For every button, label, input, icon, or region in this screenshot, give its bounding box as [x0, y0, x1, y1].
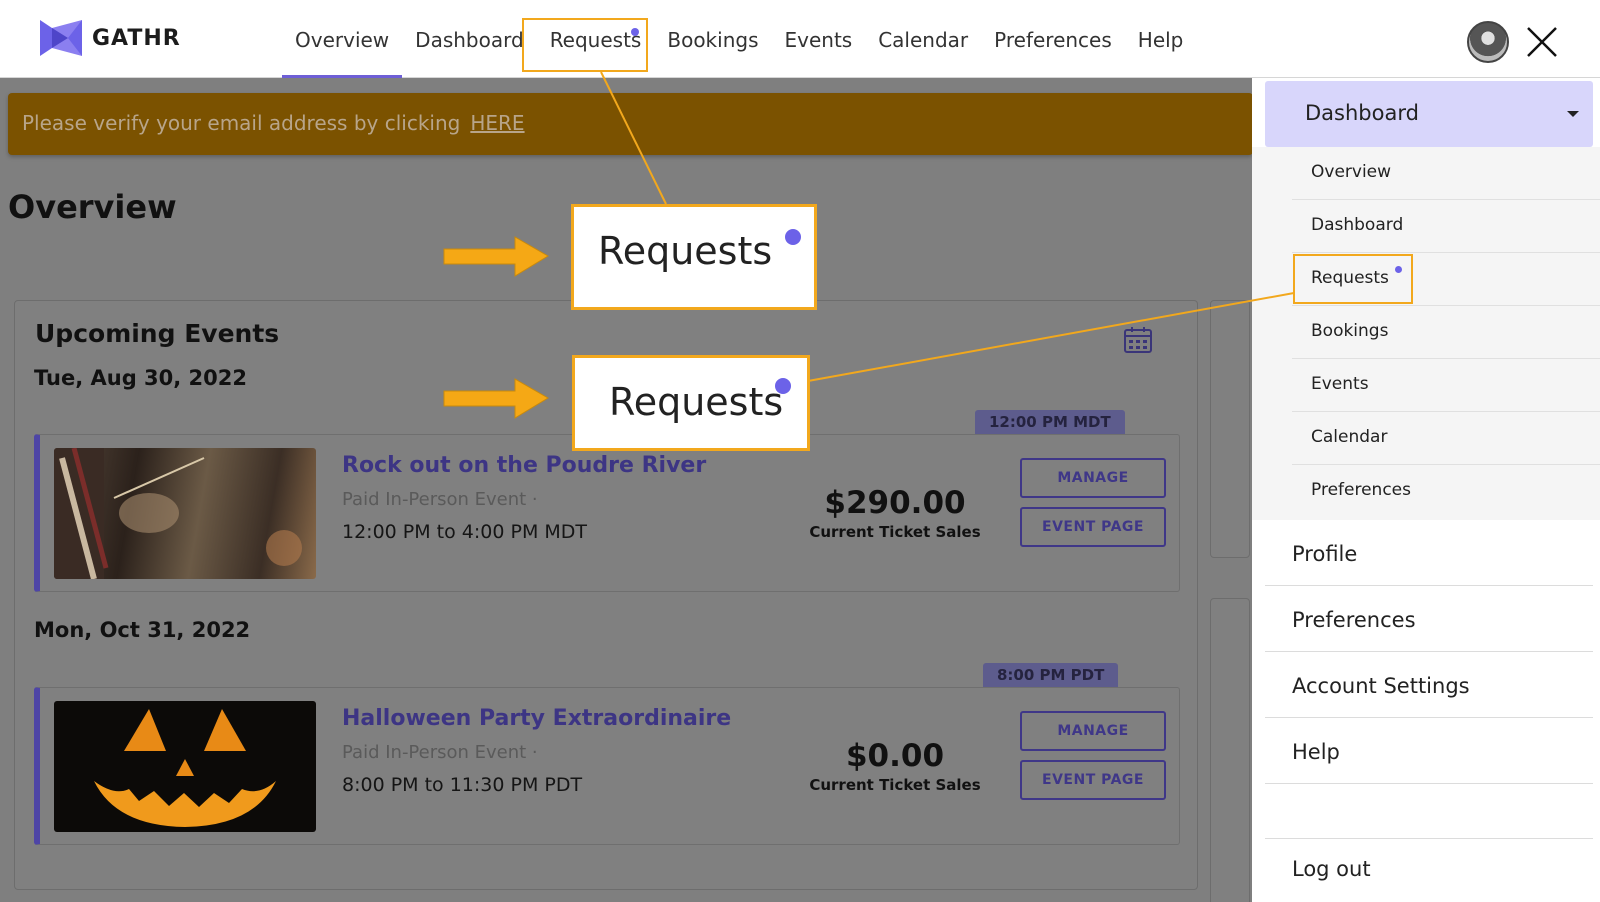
- menu-item-profile[interactable]: Profile: [1265, 520, 1593, 586]
- menu-item-label: Profile: [1292, 542, 1358, 566]
- callout-label: Requests: [609, 380, 784, 424]
- submenu-item-label: Overview: [1311, 162, 1392, 182]
- account-dropdown-menu: Dashboard Overview Dashboard Requests Bo…: [1252, 78, 1600, 902]
- event-thumbnail: [54, 448, 316, 579]
- menu-item-label: Log out: [1292, 857, 1371, 881]
- upcoming-events-title: Upcoming Events: [35, 319, 280, 348]
- event-time-range: 8:00 PM to 11:30 PM PDT: [342, 774, 583, 796]
- requests-zoom-callout: Requests: [571, 204, 817, 310]
- ticket-sales-amount: $0.00: [845, 738, 945, 774]
- event-page-button[interactable]: EVENT PAGE: [1020, 760, 1166, 800]
- logo-text: GATHR: [92, 25, 181, 51]
- requests-zoom-callout: Requests: [572, 355, 810, 451]
- menu-item-label: Account Settings: [1292, 674, 1470, 698]
- submenu-item-label: Preferences: [1311, 480, 1411, 500]
- event-time-badge: 12:00 PM MDT: [975, 410, 1125, 434]
- nav-events[interactable]: Events: [771, 26, 865, 78]
- ticket-sales-amount: $290.00: [824, 485, 966, 521]
- event-type: Paid In-Person Event ·: [342, 742, 538, 763]
- top-header: GATHR Overview Dashboard Requests Bookin…: [0, 0, 1600, 78]
- menu-item-label: Preferences: [1292, 608, 1416, 632]
- verify-email-banner: Please verify your email address by clic…: [8, 93, 1253, 155]
- event-time-range: 12:00 PM to 4:00 PM MDT: [342, 521, 588, 543]
- submenu-item-label: Dashboard: [1311, 215, 1404, 235]
- event-card[interactable]: Rock out on the Poudre River Paid In-Per…: [34, 434, 1180, 592]
- dashboard-submenu: Overview Dashboard Requests Bookings Eve…: [1252, 147, 1600, 520]
- event-date-heading: Tue, Aug 30, 2022: [34, 366, 248, 390]
- side-card-top: [1210, 300, 1250, 558]
- nav-overview[interactable]: Overview: [282, 26, 403, 78]
- page-title: Overview: [8, 188, 177, 226]
- event-page-button[interactable]: EVENT PAGE: [1020, 507, 1166, 547]
- main-nav: Overview Dashboard Requests Bookings Eve…: [282, 26, 1196, 78]
- nav-preferences[interactable]: Preferences: [981, 26, 1125, 78]
- gathr-logo-icon: [40, 20, 82, 56]
- event-title-link[interactable]: Halloween Party Extraordinaire: [342, 706, 731, 731]
- jack-o-lantern-image: [94, 709, 276, 827]
- menu-item-log-out[interactable]: Log out: [1265, 838, 1593, 902]
- submenu-item-preferences[interactable]: Preferences: [1292, 465, 1600, 518]
- calendar-icon[interactable]: [1123, 325, 1153, 355]
- menu-dashboard-toggle[interactable]: Dashboard: [1265, 81, 1593, 147]
- arrow-right-icon: [443, 236, 549, 277]
- submenu-item-events[interactable]: Events: [1292, 359, 1600, 412]
- event-time-badge: 8:00 PM PDT: [983, 663, 1119, 687]
- nav-bookings[interactable]: Bookings: [654, 26, 771, 78]
- submenu-item-label: Calendar: [1311, 427, 1388, 447]
- submenu-item-overview[interactable]: Overview: [1292, 147, 1600, 200]
- avatar[interactable]: [1467, 21, 1509, 63]
- submenu-item-calendar[interactable]: Calendar: [1292, 412, 1600, 465]
- event-title-link[interactable]: Rock out on the Poudre River: [342, 453, 706, 478]
- menu-item-preferences[interactable]: Preferences: [1265, 586, 1593, 652]
- menu-item-account-settings[interactable]: Account Settings: [1265, 652, 1593, 718]
- caret-down-icon: [1567, 111, 1579, 117]
- close-icon[interactable]: [1524, 24, 1560, 60]
- manage-button[interactable]: MANAGE: [1020, 458, 1166, 498]
- event-thumbnail: [54, 701, 316, 832]
- event-card[interactable]: Halloween Party Extraordinaire Paid In-P…: [34, 687, 1180, 845]
- banner-text: Please verify your email address by clic…: [22, 111, 461, 135]
- nav-help[interactable]: Help: [1125, 26, 1197, 78]
- menu-item-label: Help: [1292, 740, 1340, 764]
- submenu-item-label: Bookings: [1311, 321, 1389, 341]
- callout-notification-dot: [785, 229, 801, 245]
- logo[interactable]: GATHR: [38, 18, 181, 58]
- ticket-sales-label: Current Ticket Sales: [809, 776, 981, 794]
- manage-button[interactable]: MANAGE: [1020, 711, 1166, 751]
- nav-requests-highlight: [522, 18, 648, 72]
- submenu-item-dashboard[interactable]: Dashboard: [1292, 200, 1600, 253]
- nav-calendar[interactable]: Calendar: [865, 26, 981, 78]
- submenu-requests-highlight: [1293, 254, 1413, 304]
- submenu-item-bookings[interactable]: Bookings: [1292, 306, 1600, 359]
- banner-message: Please verify your email address by clic…: [22, 111, 525, 135]
- nav-dashboard[interactable]: Dashboard: [402, 26, 537, 78]
- callout-label: Requests: [598, 229, 773, 273]
- side-card-bottom: [1210, 598, 1250, 902]
- menu-item-help[interactable]: Help: [1265, 718, 1593, 784]
- verify-email-link[interactable]: HERE: [470, 111, 524, 135]
- callout-notification-dot: [775, 378, 791, 394]
- guitar-image: [54, 448, 302, 579]
- event-type: Paid In-Person Event ·: [342, 489, 538, 510]
- submenu-item-label: Events: [1311, 374, 1369, 394]
- menu-dashboard-label: Dashboard: [1305, 101, 1419, 125]
- ticket-sales-label: Current Ticket Sales: [809, 523, 981, 541]
- event-date-heading: Mon, Oct 31, 2022: [34, 618, 251, 642]
